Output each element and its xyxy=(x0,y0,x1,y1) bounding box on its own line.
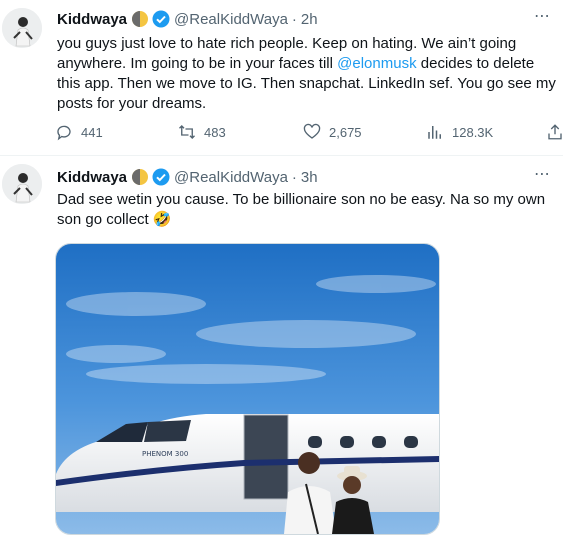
verified-badge-icon xyxy=(152,10,170,28)
more-icon[interactable]: ⋯ xyxy=(534,164,551,184)
reply-icon xyxy=(57,125,71,141)
jet-photo: PHENOM 300 xyxy=(56,244,439,534)
tweet-header: Kiddwaya @RealKiddWaya · 2h xyxy=(57,10,318,28)
author-name[interactable]: Kiddwaya xyxy=(57,169,127,186)
reply-count: 441 xyxy=(81,124,103,140)
tweet-text: you guys just love to hate rich people. … xyxy=(57,34,557,114)
like-button[interactable]: 2,675 xyxy=(303,122,362,142)
more-icon[interactable]: ⋯ xyxy=(534,6,551,26)
tweet-text: Dad see wetin you cause. To be billionai… xyxy=(57,191,546,228)
avatar[interactable] xyxy=(2,8,42,48)
avatar[interactable] xyxy=(2,164,42,204)
author-handle[interactable]: @RealKiddWaya xyxy=(174,11,288,28)
share-icon xyxy=(548,124,562,140)
reply-button[interactable]: 441 xyxy=(55,122,103,142)
views-button[interactable]: 128.3K xyxy=(426,122,493,142)
separator-dot: · xyxy=(291,168,297,186)
verified-badge-icon xyxy=(152,168,170,186)
timestamp[interactable]: 2h xyxy=(301,11,318,28)
separator-dot: · xyxy=(291,10,297,28)
retweet-button[interactable]: 483 xyxy=(178,122,226,142)
moon-emoji-icon xyxy=(131,168,149,186)
moon-emoji-icon xyxy=(131,10,149,28)
mention-link[interactable]: @elonmusk xyxy=(337,55,416,72)
retweet-count: 483 xyxy=(204,124,226,140)
jet-livery-text: PHENOM 300 xyxy=(142,450,188,458)
action-bar: 441 483 2,675 128.3K xyxy=(50,122,563,142)
like-count: 2,675 xyxy=(329,124,362,140)
timestamp[interactable]: 3h xyxy=(301,169,318,186)
tweet-media-photo[interactable]: PHENOM 300 xyxy=(55,243,440,535)
author-handle[interactable]: @RealKiddWaya xyxy=(174,169,288,186)
tweet-1[interactable]: Kiddwaya @RealKiddWaya · 2h ⋯ you guys j… xyxy=(0,0,563,155)
tweet-header: Kiddwaya @RealKiddWaya · 3h xyxy=(57,168,318,186)
author-name[interactable]: Kiddwaya xyxy=(57,11,127,28)
views-icon xyxy=(428,126,441,139)
share-button[interactable] xyxy=(546,122,563,142)
like-icon xyxy=(303,123,321,139)
retweet-icon xyxy=(179,125,195,139)
views-count: 128.3K xyxy=(452,124,494,140)
